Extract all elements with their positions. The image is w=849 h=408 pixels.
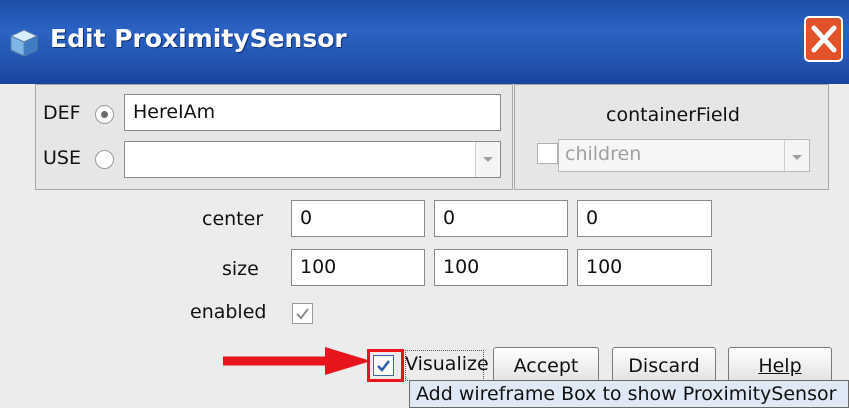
cube-app-icon [9, 29, 39, 57]
window-title: Edit ProximitySensor [50, 24, 347, 53]
chevron-down-icon [475, 142, 500, 177]
size-z-input[interactable]: 100 [577, 249, 712, 286]
visualize-checkbox[interactable] [373, 355, 394, 376]
center-label: center [202, 208, 264, 230]
center-x-input[interactable]: 0 [291, 200, 425, 237]
center-y-input[interactable]: 0 [434, 200, 568, 237]
use-select[interactable] [124, 141, 501, 178]
container-field-value: children [565, 143, 642, 165]
container-field-label: containerField [606, 104, 740, 126]
center-z-input[interactable]: 0 [577, 200, 712, 237]
use-label: USE [43, 147, 81, 169]
def-label: DEF [43, 102, 81, 124]
visualize-tooltip: Add wireframe Box to show ProximitySenso… [409, 380, 849, 408]
annotation-arrow-icon [223, 347, 371, 375]
size-x-input[interactable]: 100 [291, 249, 425, 286]
container-field-checkbox[interactable] [537, 143, 558, 164]
def-name-input[interactable]: HereIAm [124, 94, 501, 131]
dialog-body: DEF HereIAm USE containerField children … [0, 84, 849, 408]
close-icon [811, 25, 837, 53]
close-button[interactable] [804, 16, 843, 62]
check-icon [377, 360, 390, 372]
title-bar: Edit ProximitySensor [0, 0, 849, 84]
def-radio[interactable] [95, 105, 114, 124]
size-y-input[interactable]: 100 [434, 249, 568, 286]
chevron-down-icon [784, 140, 809, 171]
visualize-label[interactable]: Visualize [405, 353, 489, 375]
use-radio[interactable] [95, 150, 114, 169]
container-field-group [514, 84, 829, 190]
check-icon [296, 308, 309, 320]
enabled-label: enabled [190, 301, 267, 323]
size-label: size [222, 258, 259, 280]
container-field-select[interactable]: children [558, 139, 810, 172]
enabled-checkbox[interactable] [292, 303, 313, 324]
